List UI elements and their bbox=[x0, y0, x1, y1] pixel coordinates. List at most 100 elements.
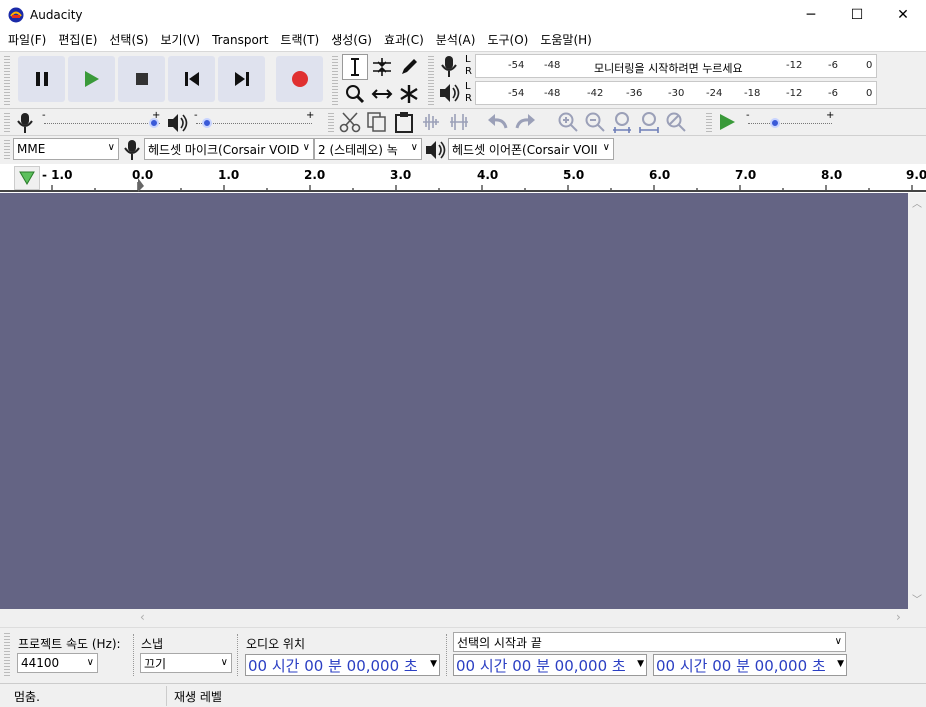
selection-end-value: 00 시간 00 분 00,000 초 bbox=[656, 656, 826, 675]
recording-device-select[interactable]: 헤드셋 마이크(Corsair VOID ∨ bbox=[144, 138, 314, 160]
slider-thumb[interactable] bbox=[148, 118, 159, 128]
paste-icon[interactable] bbox=[393, 111, 415, 133]
timeline-ruler[interactable]: - 1.0 0.0 1.0 2.0 3.0 4.0 5.0 6.0 7.0 8.… bbox=[0, 164, 926, 192]
microphone-icon[interactable] bbox=[438, 55, 460, 79]
double-arrow-icon bbox=[371, 89, 393, 99]
meter-tick: -42 bbox=[587, 88, 604, 99]
scroll-down-icon[interactable]: ﹀ bbox=[912, 591, 922, 606]
playback-volume-slider[interactable]: - + bbox=[194, 110, 316, 134]
slider-max-label: + bbox=[306, 110, 315, 121]
trim-icon[interactable] bbox=[420, 111, 442, 133]
fit-selection-icon[interactable] bbox=[611, 111, 633, 133]
meter-tick: -6 bbox=[828, 60, 838, 71]
stop-icon bbox=[135, 73, 148, 85]
selection-mode-select[interactable]: 선택의 시작과 끝 ∨ bbox=[453, 632, 846, 652]
menu-file[interactable]: 파일(F) bbox=[3, 30, 53, 51]
scroll-right-icon[interactable]: › bbox=[896, 610, 901, 624]
snap-select[interactable]: 끄기 ∨ bbox=[140, 653, 232, 673]
skip-to-end-button[interactable] bbox=[218, 56, 265, 102]
redo-icon[interactable] bbox=[513, 112, 537, 132]
zoom-in-icon[interactable] bbox=[557, 111, 579, 133]
menu-select[interactable]: 선택(S) bbox=[104, 30, 155, 51]
slider-thumb[interactable] bbox=[770, 118, 780, 128]
microphone-icon bbox=[17, 113, 33, 133]
speaker-icon[interactable] bbox=[438, 82, 460, 104]
separator bbox=[166, 686, 167, 706]
selection-start-field[interactable]: 00 시간 00 분 00,000 초 ▼ bbox=[453, 654, 647, 676]
envelope-tool[interactable] bbox=[369, 54, 395, 80]
recording-channels-select[interactable]: 2 (스테레오) 녹 ∨ bbox=[314, 138, 422, 160]
toolbar-grip[interactable] bbox=[328, 112, 334, 134]
record-icon bbox=[291, 71, 308, 87]
vertical-scrollbar[interactable]: ︿ ﹀ bbox=[908, 193, 926, 609]
menu-edit[interactable]: 편집(E) bbox=[53, 30, 104, 51]
pause-button[interactable] bbox=[18, 56, 65, 102]
selection-tool[interactable] bbox=[342, 54, 368, 80]
play-button[interactable] bbox=[68, 56, 115, 102]
zoom-tool[interactable] bbox=[342, 81, 368, 107]
scroll-up-icon[interactable]: ︿ bbox=[912, 195, 922, 210]
record-button[interactable] bbox=[276, 56, 323, 102]
toolbar-grip[interactable] bbox=[4, 112, 10, 134]
record-meter[interactable]: -54 -48 모니터링을 시작하려면 누르세요 -12 -6 0 bbox=[475, 54, 877, 78]
fit-project-icon[interactable] bbox=[638, 111, 660, 133]
copy-icon[interactable] bbox=[366, 111, 388, 133]
separator bbox=[237, 634, 238, 676]
audio-position-field[interactable]: 00 시간 00 분 00,000 초 ▼ bbox=[245, 654, 440, 676]
zoom-toggle-icon[interactable] bbox=[665, 111, 687, 133]
pause-icon bbox=[35, 72, 48, 86]
menu-generate[interactable]: 생성(G) bbox=[326, 30, 379, 51]
menu-effect[interactable]: 효과(C) bbox=[379, 30, 431, 51]
maximize-button[interactable]: ☐ bbox=[834, 0, 880, 30]
meter-tick: -6 bbox=[828, 88, 838, 99]
project-rate-select[interactable]: 44100 ∨ bbox=[17, 653, 98, 673]
cut-icon[interactable] bbox=[339, 111, 361, 133]
zoom-out-icon[interactable] bbox=[584, 111, 606, 133]
skip-to-start-button[interactable] bbox=[168, 56, 215, 102]
toolbar-grip[interactable] bbox=[4, 632, 10, 678]
skip-start-icon bbox=[184, 72, 199, 86]
toolbar-grip[interactable] bbox=[4, 55, 10, 105]
selection-mode-value: 선택의 시작과 끝 bbox=[457, 635, 542, 650]
chevron-down-icon: ∨ bbox=[302, 142, 310, 153]
track-panel[interactable] bbox=[0, 193, 908, 609]
toolbar-grip[interactable] bbox=[4, 139, 10, 161]
project-rate-value: 44100 bbox=[21, 656, 60, 670]
project-rate-label: 프로젝트 속도 (Hz): bbox=[18, 637, 121, 651]
menu-tracks[interactable]: 트랙(T) bbox=[275, 30, 326, 51]
snap-label: 스냅 bbox=[141, 637, 164, 651]
close-button[interactable]: ✕ bbox=[880, 0, 926, 30]
audio-host-select[interactable]: MME ∨ bbox=[13, 138, 119, 160]
toolbar-grip[interactable] bbox=[332, 55, 338, 105]
menu-help[interactable]: 도움말(H) bbox=[535, 30, 599, 51]
asterisk-icon bbox=[400, 85, 418, 103]
chevron-down-icon: ∨ bbox=[107, 142, 115, 153]
chevron-down-icon: ∨ bbox=[86, 657, 94, 668]
undo-icon[interactable] bbox=[486, 112, 510, 132]
play-speed-slider[interactable]: - + bbox=[744, 110, 836, 134]
menu-transport[interactable]: Transport bbox=[207, 30, 275, 51]
playback-device-select[interactable]: 헤드셋 이어폰(Corsair VOII ∨ bbox=[448, 138, 614, 160]
draw-tool[interactable] bbox=[396, 54, 422, 80]
horizontal-scrollbar[interactable]: ‹ › bbox=[0, 609, 926, 627]
dropdown-arrow-icon: ▼ bbox=[837, 659, 844, 669]
toolbar-grip[interactable] bbox=[706, 112, 712, 134]
record-volume-slider[interactable]: - + bbox=[42, 110, 164, 134]
slider-max-label: + bbox=[826, 110, 835, 121]
menu-view[interactable]: 보기(V) bbox=[155, 30, 207, 51]
separator bbox=[133, 634, 134, 676]
scroll-left-icon[interactable]: ‹ bbox=[140, 610, 145, 624]
time-shift-tool[interactable] bbox=[369, 81, 395, 107]
stop-button[interactable] bbox=[118, 56, 165, 102]
silence-icon[interactable] bbox=[447, 111, 471, 133]
toolbar-grip[interactable] bbox=[428, 55, 434, 105]
minimize-button[interactable]: ─ bbox=[788, 0, 834, 30]
slider-thumb[interactable] bbox=[201, 118, 212, 128]
menu-tools[interactable]: 도구(O) bbox=[482, 30, 535, 51]
menu-analyze[interactable]: 분석(A) bbox=[431, 30, 483, 51]
multi-tool[interactable] bbox=[396, 81, 422, 107]
meter-tick: -12 bbox=[786, 60, 803, 71]
play-at-speed-icon[interactable] bbox=[717, 112, 737, 132]
selection-end-field[interactable]: 00 시간 00 분 00,000 초 ▼ bbox=[653, 654, 847, 676]
playback-meter[interactable]: -54 -48 -42 -36 -30 -24 -18 -12 -6 0 bbox=[475, 81, 877, 105]
